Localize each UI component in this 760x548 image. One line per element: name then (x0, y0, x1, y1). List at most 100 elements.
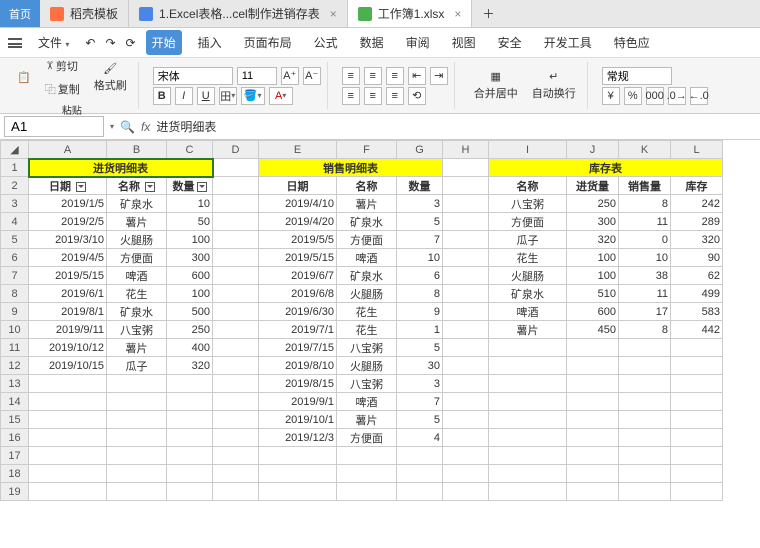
cell[interactable] (213, 393, 259, 411)
row-header[interactable]: 3 (1, 195, 29, 213)
cell[interactable] (337, 483, 397, 501)
cell[interactable]: 5 (397, 411, 443, 429)
cell[interactable] (671, 357, 723, 375)
row-header[interactable]: 8 (1, 285, 29, 303)
cell[interactable]: 3 (397, 195, 443, 213)
cell[interactable] (443, 195, 489, 213)
row-header[interactable]: 1 (1, 159, 29, 177)
col-header[interactable]: J (567, 141, 619, 159)
cell[interactable] (337, 447, 397, 465)
cell[interactable] (489, 339, 567, 357)
cell[interactable] (443, 285, 489, 303)
row-header[interactable]: 7 (1, 267, 29, 285)
row-header[interactable]: 11 (1, 339, 29, 357)
col-header[interactable]: B (107, 141, 167, 159)
cell[interactable] (443, 447, 489, 465)
cell[interactable]: 花生 (337, 303, 397, 321)
cell[interactable]: 2019/9/11 (29, 321, 107, 339)
paste-button[interactable]: 📋 (12, 68, 36, 87)
cell[interactable] (29, 465, 107, 483)
cell[interactable]: 矿泉水 (337, 213, 397, 231)
cell[interactable]: 库存表 (489, 159, 723, 177)
cell[interactable]: 5 (397, 213, 443, 231)
cell[interactable]: 八宝粥 (337, 375, 397, 393)
cell[interactable]: 矿泉水 (107, 303, 167, 321)
cell[interactable]: 8 (619, 321, 671, 339)
cell[interactable] (619, 429, 671, 447)
cell[interactable]: 2019/10/12 (29, 339, 107, 357)
italic-button[interactable]: I (175, 87, 193, 105)
menu-view[interactable]: 视图 (446, 30, 482, 55)
cell[interactable]: 2019/4/20 (259, 213, 337, 231)
col-header[interactable]: L (671, 141, 723, 159)
cell[interactable] (443, 231, 489, 249)
cell[interactable] (213, 447, 259, 465)
cell[interactable]: 火腿肠 (107, 231, 167, 249)
align-left-button[interactable]: ≡ (342, 87, 360, 105)
close-icon[interactable]: × (454, 7, 461, 21)
align-bot-button[interactable]: ≡ (386, 67, 404, 85)
copy-button[interactable]: ⿻ 复制 (40, 78, 85, 100)
cell[interactable]: 2019/3/10 (29, 231, 107, 249)
cell[interactable] (443, 177, 489, 195)
cell[interactable]: 薯片 (107, 213, 167, 231)
cell[interactable]: 100 (567, 249, 619, 267)
cell[interactable] (107, 429, 167, 447)
cell[interactable]: 320 (567, 231, 619, 249)
col-header[interactable]: H (443, 141, 489, 159)
cell[interactable]: 2019/5/5 (259, 231, 337, 249)
name-box[interactable] (4, 116, 104, 137)
cell[interactable]: 250 (167, 321, 213, 339)
cell[interactable] (619, 339, 671, 357)
cell[interactable]: 4 (397, 429, 443, 447)
cell[interactable]: 2019/7/1 (259, 321, 337, 339)
cell[interactable] (397, 447, 443, 465)
cell[interactable] (619, 483, 671, 501)
menu-special[interactable]: 特色应 (608, 30, 656, 55)
cell[interactable]: 瓜子 (489, 231, 567, 249)
search-icon[interactable]: 🔍 (120, 120, 135, 134)
cell[interactable]: 矿泉水 (489, 285, 567, 303)
menu-review[interactable]: 审阅 (400, 30, 436, 55)
row-header[interactable]: 13 (1, 375, 29, 393)
cell[interactable]: 10 (397, 249, 443, 267)
cell[interactable]: 510 (567, 285, 619, 303)
cell[interactable]: 啤酒 (107, 267, 167, 285)
cell[interactable] (443, 159, 489, 177)
cell[interactable]: 17 (619, 303, 671, 321)
row-header[interactable]: 15 (1, 411, 29, 429)
cell[interactable]: 方便面 (489, 213, 567, 231)
cell[interactable]: 2019/2/5 (29, 213, 107, 231)
cell[interactable] (619, 411, 671, 429)
cell[interactable]: 62 (671, 267, 723, 285)
cell[interactable] (671, 447, 723, 465)
cell[interactable]: 7 (397, 231, 443, 249)
cell[interactable] (567, 339, 619, 357)
cell[interactable]: 数量 (397, 177, 443, 195)
cell[interactable] (489, 393, 567, 411)
cell[interactable]: 2019/9/1 (259, 393, 337, 411)
cell[interactable] (567, 357, 619, 375)
cell[interactable]: 242 (671, 195, 723, 213)
cell[interactable]: 花生 (107, 285, 167, 303)
undo-icon[interactable]: ↶ (85, 36, 95, 50)
cell[interactable]: 日期 (259, 177, 337, 195)
font-color-button[interactable]: A▾ (269, 87, 293, 105)
cell[interactable]: 100 (567, 267, 619, 285)
cell[interactable]: 薯片 (107, 339, 167, 357)
align-top-button[interactable]: ≡ (342, 67, 360, 85)
merge-button[interactable]: ▦合并居中 (469, 67, 523, 104)
menu-formula[interactable]: 公式 (308, 30, 344, 55)
cell[interactable]: 啤酒 (489, 303, 567, 321)
cell[interactable] (671, 411, 723, 429)
cell[interactable]: 499 (671, 285, 723, 303)
cell[interactable]: 300 (567, 213, 619, 231)
cell[interactable] (107, 393, 167, 411)
cell[interactable] (443, 249, 489, 267)
cell[interactable] (443, 375, 489, 393)
cell[interactable]: 2019/12/3 (259, 429, 337, 447)
cell[interactable] (29, 375, 107, 393)
cell[interactable]: 2019/5/15 (259, 249, 337, 267)
cell[interactable] (489, 447, 567, 465)
cell[interactable]: 90 (671, 249, 723, 267)
